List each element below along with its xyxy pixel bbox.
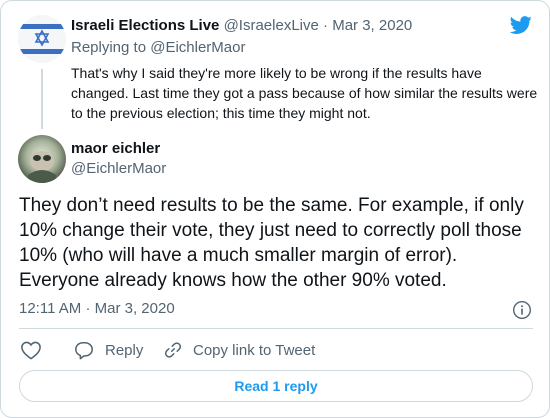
embedded-tweet-card: Israeli Elections Live @IsraelexLive · M… bbox=[0, 0, 550, 418]
read-replies-label: Read 1 reply bbox=[234, 378, 318, 394]
avatar-maor-eichler[interactable] bbox=[18, 135, 66, 183]
main-author-name[interactable]: maor eichler bbox=[71, 140, 160, 157]
reply-author-name[interactable]: Israeli Elections Live bbox=[71, 17, 219, 34]
copy-link-button[interactable]: Copy link to Tweet bbox=[163, 339, 315, 361]
info-icon[interactable] bbox=[512, 300, 532, 320]
copy-link-label: Copy link to Tweet bbox=[193, 341, 316, 359]
reply-tweet-date[interactable]: Mar 3, 2020 bbox=[332, 17, 412, 34]
reply-tweet-text: That's why I said they're more likely to… bbox=[71, 65, 538, 121]
main-tweet-text: They don’t need results to be the same. … bbox=[19, 195, 524, 291]
speech-bubble-icon bbox=[75, 341, 93, 360]
profile-photo-icon bbox=[18, 135, 66, 183]
avatar-israeli-elections-live[interactable] bbox=[18, 15, 66, 63]
reply-button[interactable]: Reply bbox=[73, 339, 143, 361]
header-separator: · bbox=[323, 17, 329, 34]
read-replies-button[interactable]: Read 1 reply bbox=[19, 370, 533, 402]
action-divider bbox=[19, 328, 533, 329]
tweet-date[interactable]: Mar 3, 2020 bbox=[95, 300, 175, 317]
link-icon bbox=[164, 342, 182, 358]
thread-connector-line bbox=[41, 69, 43, 129]
main-author-handle[interactable]: @EichlerMaor bbox=[71, 159, 166, 179]
replying-to-prefix: Replying to bbox=[71, 39, 147, 56]
timestamp-separator: · bbox=[85, 300, 91, 317]
reply-tweet-header: Israeli Elections Live @IsraelexLive · M… bbox=[71, 16, 412, 36]
twitter-bird-icon[interactable] bbox=[509, 14, 533, 36]
israeli-flag-avatar-icon bbox=[18, 15, 66, 63]
main-tweet-timestamp[interactable]: 12:11 AM · Mar 3, 2020 bbox=[19, 299, 175, 319]
like-button[interactable] bbox=[20, 339, 52, 361]
heart-icon bbox=[21, 341, 41, 360]
replying-to-handle[interactable]: @EichlerMaor bbox=[150, 39, 245, 56]
reply-author-handle[interactable]: @IsraelexLive bbox=[224, 17, 319, 34]
tweet-time[interactable]: 12:11 AM bbox=[19, 300, 81, 317]
main-author-name-line: maor eichler bbox=[71, 139, 160, 159]
reply-label: Reply bbox=[105, 341, 144, 359]
replying-to-line: Replying to @EichlerMaor bbox=[71, 38, 245, 58]
